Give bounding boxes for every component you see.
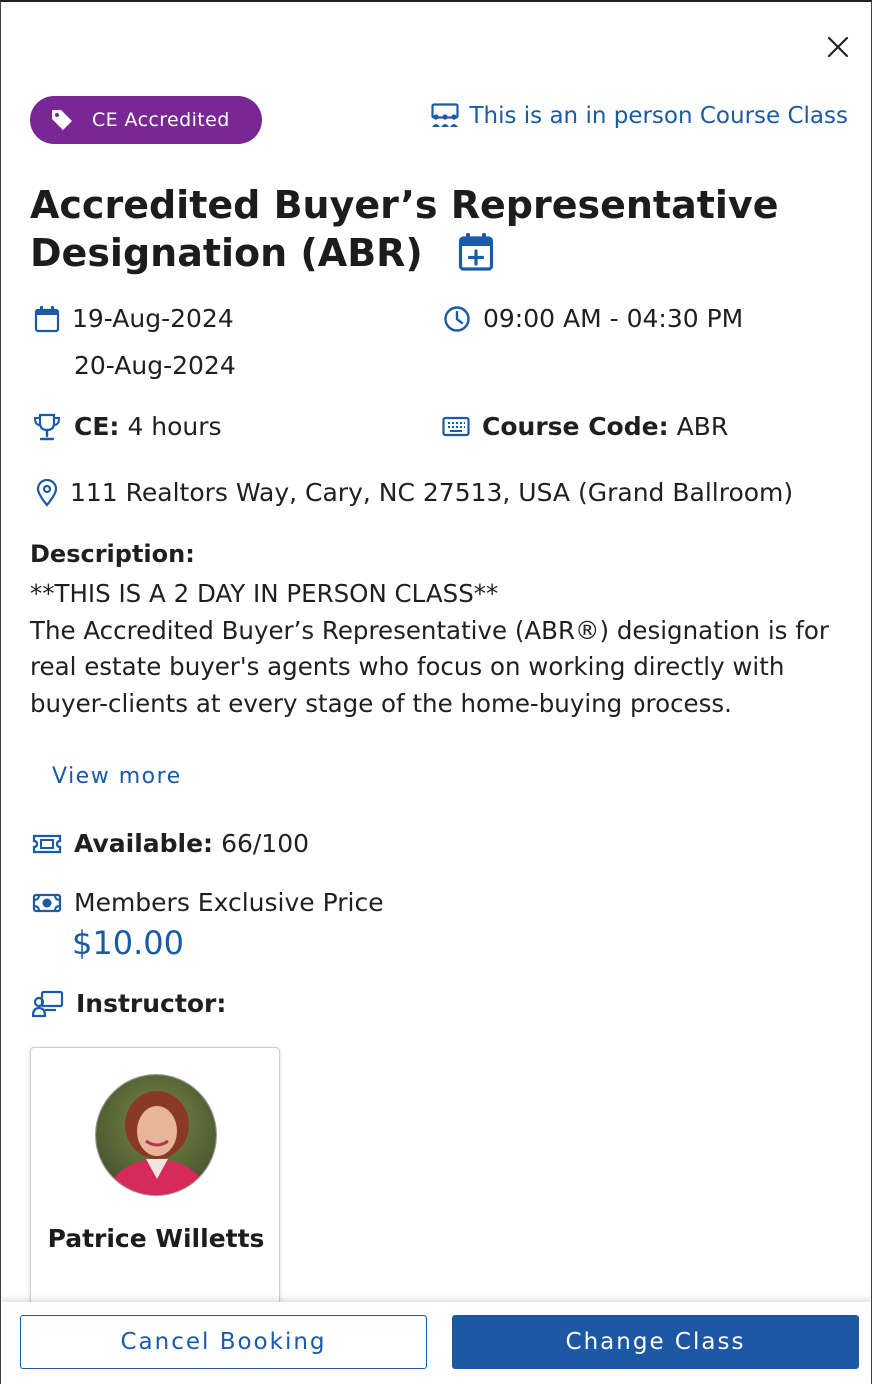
description-body: **THIS IS A 2 DAY IN PERSON CLASS** The … <box>30 576 840 722</box>
availability-value: 66/100 <box>221 829 310 858</box>
avatar <box>95 1074 217 1196</box>
price-label: Members Exclusive Price <box>74 888 384 917</box>
price-value: $10.00 <box>72 924 184 962</box>
cancel-booking-button[interactable]: Cancel Booking <box>20 1315 427 1369</box>
start-date: 19-Aug-2024 <box>72 304 234 333</box>
instructor-heading-row: Instructor: <box>32 989 234 1018</box>
course-code-row: Course Code: ABR <box>442 412 728 441</box>
description-line: The Accredited Buyer’s Representative (A… <box>30 615 829 718</box>
instructor-heading: Instructor: <box>76 989 227 1018</box>
availability-row: Available: 66/100 <box>32 829 309 858</box>
class-time: 09:00 AM - 04:30 PM <box>483 304 744 333</box>
ce-hours-row: CE: 4 hours <box>32 412 222 441</box>
calendar-add-icon <box>458 233 494 271</box>
classroom-icon <box>431 103 460 127</box>
location-address: 111 Realtors Way, Cary, NC 27513, USA (G… <box>70 478 794 507</box>
close-button[interactable] <box>822 31 854 63</box>
close-icon <box>827 36 849 58</box>
map-pin-icon <box>36 478 58 507</box>
location-row: 111 Realtors Way, Cary, NC 27513, USA (G… <box>36 478 793 507</box>
badge-label: CE Accredited <box>92 109 230 131</box>
ticket-icon <box>32 834 62 853</box>
end-date: 20-Aug-2024 <box>74 351 236 380</box>
course-code-value: ABR <box>676 412 729 441</box>
description-heading: Description: <box>30 540 195 568</box>
in-person-class-label: This is an in person Course Class <box>469 103 848 129</box>
ce-accredited-badge: CE Accredited <box>30 96 262 144</box>
action-footer: Cancel Booking Change Class <box>1 1302 871 1384</box>
start-date-row: 19-Aug-2024 <box>34 304 234 333</box>
ce-value: 4 hours <box>127 412 222 441</box>
ce-label: CE: <box>74 412 120 441</box>
availability-label: Available: <box>74 829 214 858</box>
keyboard-icon <box>442 416 470 436</box>
course-title-text: Accredited Buyer’s Representative Design… <box>30 183 779 275</box>
course-code-label: Course Code: <box>482 412 669 441</box>
price-label-row: Members Exclusive Price <box>32 888 384 917</box>
add-to-calendar-button[interactable] <box>458 232 494 283</box>
time-row: 09:00 AM - 04:30 PM <box>443 304 743 333</box>
instructor-icon <box>32 990 64 1017</box>
description-line: **THIS IS A 2 DAY IN PERSON CLASS** <box>30 579 499 608</box>
trophy-icon <box>33 413 61 440</box>
tag-icon <box>52 110 72 130</box>
instructor-name: Patrice Willetts <box>47 1224 265 1253</box>
instructor-card[interactable]: Patrice Willetts <box>30 1047 280 1317</box>
view-more-link[interactable]: View more <box>52 764 182 789</box>
clock-icon <box>444 305 470 332</box>
in-person-class-link[interactable]: This is an in person Course Class <box>431 103 848 129</box>
money-icon <box>32 893 62 912</box>
calendar-icon <box>34 305 60 332</box>
course-title: Accredited Buyer’s Representative Design… <box>30 181 790 283</box>
change-class-button[interactable]: Change Class <box>452 1315 859 1369</box>
